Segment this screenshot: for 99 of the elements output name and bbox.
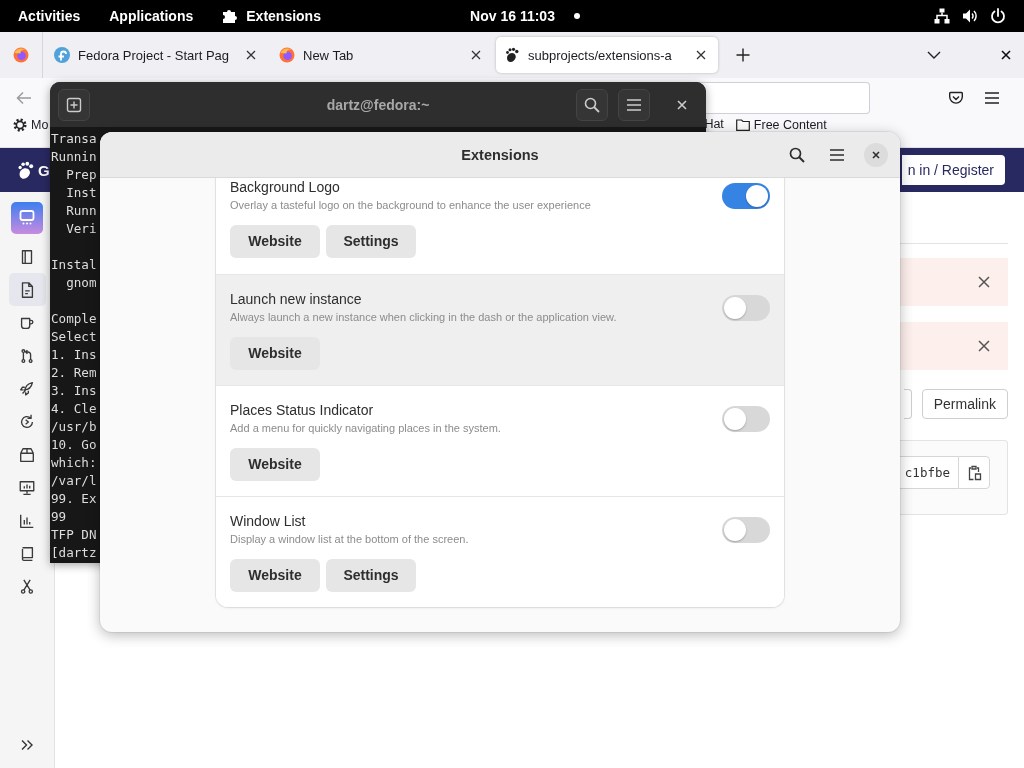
close-icon[interactable] <box>978 276 990 288</box>
chevron-down-icon[interactable] <box>927 51 941 59</box>
project-tile-icon[interactable] <box>11 202 43 234</box>
website-button[interactable]: Website <box>230 448 320 481</box>
terminal-line: gnom <box>65 275 97 290</box>
website-button[interactable]: Website <box>230 225 320 258</box>
volume-icon[interactable] <box>962 8 978 24</box>
browser-tab[interactable]: subprojects/extensions-a <box>496 37 718 73</box>
website-button[interactable]: Website <box>230 337 320 370</box>
extension-name: Places Status Indicator <box>230 401 374 420</box>
terminal-line: /usr/b <box>51 419 97 434</box>
terminal-line: Instal <box>51 257 97 272</box>
menu-icon[interactable] <box>984 90 1000 106</box>
search-icon <box>789 146 805 163</box>
toggle-switch[interactable] <box>722 517 770 543</box>
search-button[interactable] <box>576 88 608 121</box>
terminal-line: Inst <box>65 185 97 200</box>
terminal-line: 3. Ins <box>51 383 97 398</box>
close-icon <box>872 150 880 159</box>
network-icon[interactable] <box>934 8 950 24</box>
terminal-line: /var/l <box>51 473 97 488</box>
terminal-line: 1. Ins <box>51 347 97 362</box>
logo-text[interactable]: G <box>38 161 50 179</box>
monitor-chart-icon <box>18 478 36 497</box>
pocket-icon[interactable] <box>948 90 964 106</box>
terminal-line: Runnin <box>51 149 97 164</box>
double-chevron-icon[interactable] <box>20 738 34 752</box>
terminal-line: 99. Ex <box>51 491 97 506</box>
terminal-line: Comple <box>51 311 97 326</box>
close-icon[interactable] <box>471 50 481 60</box>
terminal-line: 99 <box>51 509 67 524</box>
rocket-icon <box>18 379 36 398</box>
toggle-switch[interactable] <box>722 406 770 432</box>
close-icon[interactable] <box>1001 50 1011 60</box>
extension-description: Always launch a new instance when clicking in the dash or the application view. <box>230 310 617 325</box>
url-field[interactable] <box>698 82 870 114</box>
terminal-line: Veri <box>65 221 97 236</box>
clock[interactable]: Nov 16 11:03 <box>470 8 555 24</box>
plus-icon[interactable] <box>736 48 750 62</box>
toggle-switch[interactable] <box>722 295 770 321</box>
menu-icon <box>829 146 845 163</box>
firefox-icon <box>279 47 295 63</box>
extension-description: Overlay a tasteful logo on the background to enhance the user experience <box>230 198 591 213</box>
extension-description: Display a window list at the bottom of the screen. <box>230 532 469 547</box>
new-tab-icon <box>66 96 82 113</box>
applications-menu[interactable]: Applications <box>109 8 194 24</box>
bookmark-item[interactable]: Free Content <box>735 118 827 132</box>
scissors-icon <box>18 577 36 596</box>
gear-icon <box>13 118 27 132</box>
notification-dot-icon <box>573 13 580 19</box>
permalink-button[interactable]: Permalink <box>921 389 1008 419</box>
terminal-line: 2. Rem <box>51 365 97 380</box>
terminal-line: Runn <box>65 203 97 218</box>
copy-button[interactable] <box>958 456 990 489</box>
terminal-line: 4. Cle <box>51 401 97 416</box>
terminal-line: Prep <box>65 167 97 182</box>
clipboard-icon <box>966 464 982 481</box>
sign-in-button[interactable]: n in / Register <box>901 155 1005 185</box>
search-icon <box>584 96 600 113</box>
terminal-line: Transa <box>51 131 97 146</box>
close-icon[interactable] <box>246 50 256 60</box>
terminal-line: Select <box>51 329 97 344</box>
puzzle-icon <box>222 8 239 24</box>
window-title: dartz@fedora:~ <box>326 96 430 113</box>
firefox-icon[interactable] <box>13 47 29 63</box>
window-title: Extensions <box>461 146 539 163</box>
circular-arrow-icon <box>18 412 36 431</box>
extension-description: Add a menu for quickly navigating places in the system. <box>230 421 501 436</box>
terminal-line: [dartz <box>51 545 97 560</box>
menu-icon <box>626 96 642 113</box>
settings-button[interactable]: Settings <box>326 559 416 592</box>
browser-tab[interactable]: New Tab <box>271 37 493 73</box>
folder-icon <box>735 118 750 132</box>
new-tab-button[interactable] <box>58 88 90 121</box>
bookmark-item[interactable]: Mo <box>13 118 49 132</box>
foot-icon[interactable] <box>16 159 35 181</box>
extension-name: Window List <box>230 512 306 531</box>
website-button[interactable]: Website <box>230 559 320 592</box>
terminal-line: TFP DN <box>51 527 97 542</box>
close-icon[interactable] <box>696 50 706 60</box>
terminal-line: which: <box>51 455 97 470</box>
close-icon[interactable] <box>978 340 990 352</box>
commit-sha-field[interactable]: c1bfbe <box>900 456 958 489</box>
app-menu[interactable]: Extensions <box>222 8 321 24</box>
bookmark-item[interactable]: Hat <box>704 118 724 131</box>
terminal-line: 10. Go <box>51 437 97 452</box>
toggle-switch[interactable] <box>722 183 770 209</box>
extension-name: Background Logo <box>230 178 340 197</box>
sidebar-item[interactable] <box>8 273 46 306</box>
close-button[interactable] <box>864 142 888 167</box>
activities-button[interactable]: Activities <box>18 8 81 24</box>
menu-button[interactable] <box>618 88 650 121</box>
browser-tab[interactable]: Fedora Project - Start Pag <box>46 37 268 73</box>
power-icon[interactable] <box>990 8 1006 24</box>
fedora-icon <box>54 47 70 63</box>
extension-name: Launch new instance <box>230 290 362 309</box>
settings-button[interactable]: Settings <box>326 225 416 258</box>
foot-icon <box>504 47 520 63</box>
package-icon <box>18 445 36 464</box>
